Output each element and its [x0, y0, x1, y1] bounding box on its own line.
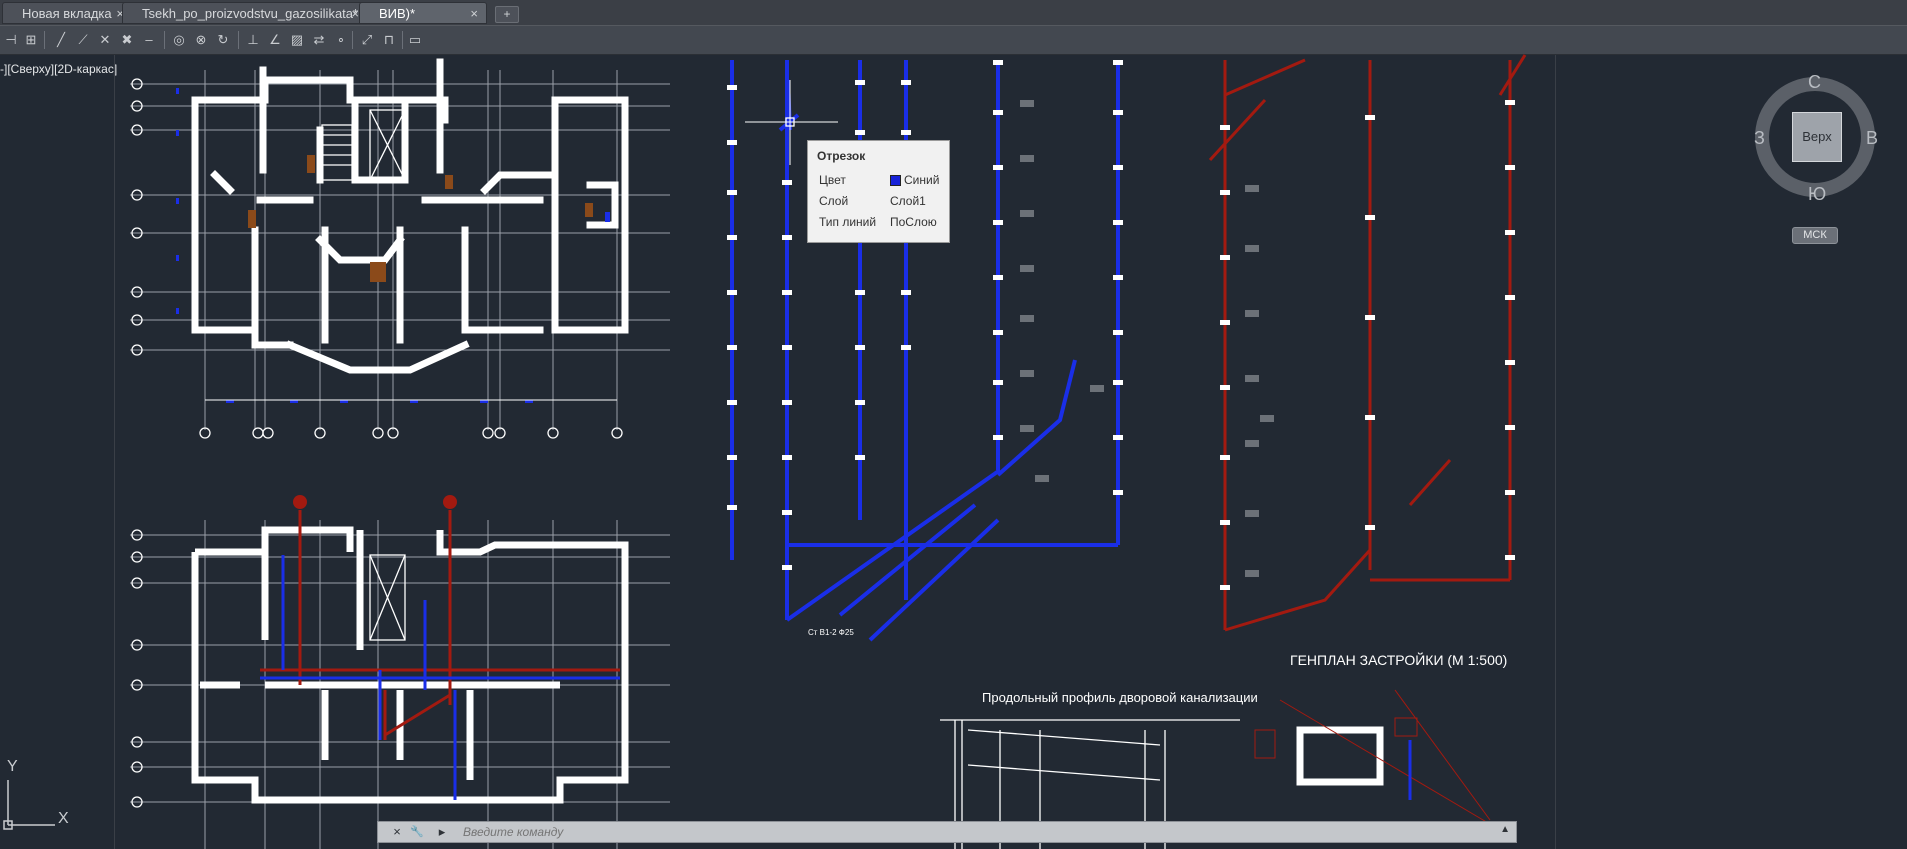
sewer-axonometric — [1208, 54, 1527, 632]
view-cube-top-face[interactable]: Верх — [1792, 112, 1842, 162]
tooltip-value: Слой1 — [890, 194, 926, 208]
ucs-icon — [3, 780, 55, 830]
floor-plan-lower — [130, 495, 670, 849]
ucs-y-label: Y — [7, 758, 18, 775]
sewer-annotations — [1245, 185, 1274, 577]
riser-label: Ст В1-2 Ф25 — [808, 628, 854, 637]
drawing-canvas[interactable] — [0, 0, 1907, 849]
command-line[interactable]: × 🔧 ▸ ▲ — [377, 821, 1517, 843]
tooltip-value: ПоСлою — [890, 215, 937, 229]
close-icon[interactable]: × — [388, 823, 406, 841]
tooltip-key: Тип линий — [819, 215, 877, 229]
tooltip-value: Синий — [904, 173, 940, 187]
view-cube-west[interactable]: З — [1754, 128, 1765, 149]
genplan-building — [1254, 689, 1501, 831]
tooltip-title: Отрезок — [817, 149, 866, 163]
view-cube-east[interactable]: В — [1866, 128, 1878, 149]
riser-annotations — [1020, 100, 1104, 482]
genplan-title: ГЕНПЛАН ЗАСТРОЙКИ (М 1:500) — [1290, 652, 1508, 668]
view-cube-south[interactable]: Ю — [1808, 184, 1826, 205]
quick-properties-tooltip: Отрезок Цвет Синий Слой Слой1 Тип линий … — [807, 140, 950, 243]
tooltip-key: Слой — [819, 194, 849, 208]
wrench-icon[interactable]: 🔧 — [408, 823, 426, 841]
prompt-icon[interactable]: ▸ — [433, 823, 451, 841]
chevron-up-icon[interactable]: ▲ — [1500, 824, 1510, 835]
ucs-x-label: X — [58, 810, 69, 827]
tooltip-key: Цвет — [819, 173, 846, 187]
color-swatch-icon — [890, 175, 901, 186]
ucs-menu-button[interactable]: МСК — [1792, 227, 1838, 244]
view-cube-north[interactable]: С — [1808, 72, 1821, 93]
command-input[interactable] — [463, 823, 1483, 841]
profile-title: Продольный профиль дворовой канализации — [982, 690, 1258, 705]
floor-plan-upper — [130, 58, 670, 439]
sewer-fittings — [1220, 100, 1515, 590]
